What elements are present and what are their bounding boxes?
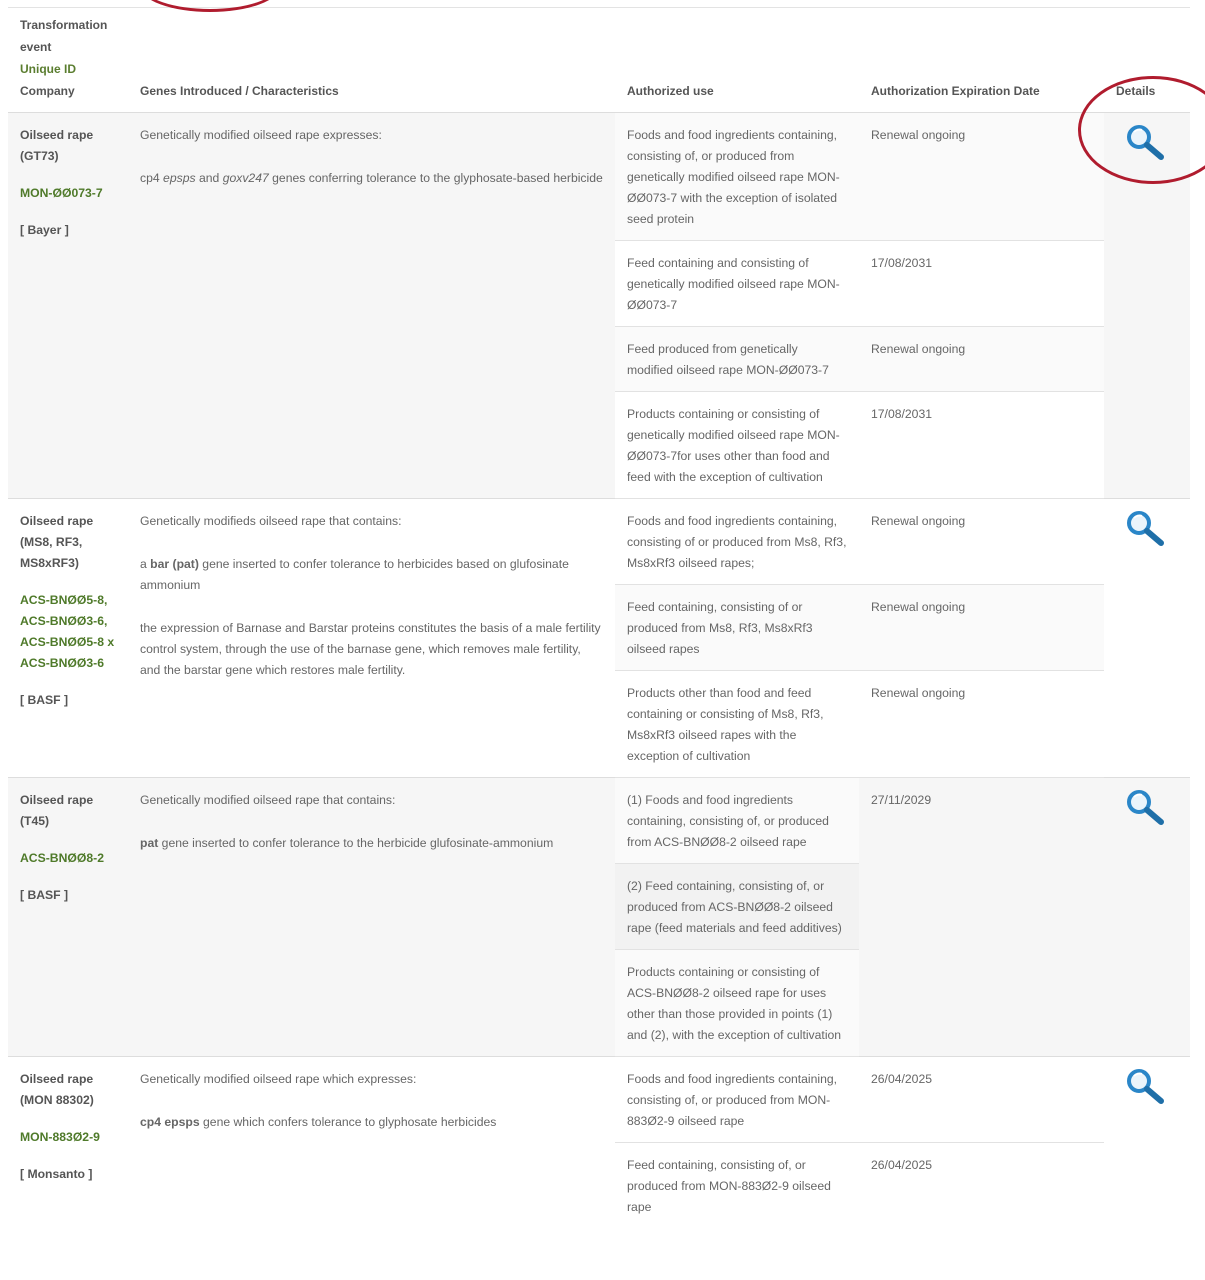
event-name: Oilseed rape (T45) (20, 793, 94, 828)
genes-intro: Genetically modified oilseed rape that c… (140, 793, 396, 807)
magnifier-icon[interactable] (1120, 507, 1178, 549)
genes-detail: a bar (pat) gene inserted to confer tole… (140, 554, 603, 596)
expiration-date-cell: Renewal ongoing (859, 498, 1104, 585)
gene-text: cp4 (140, 171, 164, 185)
expiration-date-cell: Renewal ongoing (859, 326, 1104, 392)
company-name: [ BASF ] (20, 888, 69, 902)
magnifier-icon[interactable] (1120, 1065, 1178, 1107)
unique-id: MON-ØØ073-7 (20, 186, 103, 200)
authorized-use-cell: Products other than food and feed contai… (615, 670, 859, 778)
gene-text: gene inserted to confer tolerance to the… (158, 836, 554, 850)
gene-goxv247: goxv247 (222, 171, 269, 185)
authorized-use-cell: Feed containing and consisting of geneti… (615, 240, 859, 327)
company-name: [ BASF ] (20, 693, 69, 707)
gene-text: genes conferring tolerance to the glypho… (268, 171, 603, 185)
genes-detail-2: the expression of Barnase and Barstar pr… (140, 621, 601, 677)
gmo-authorization-table: Transformation event Unique ID Company G… (8, 0, 1190, 1228)
genes-cell: Genetically modified oilseed rape that c… (128, 777, 615, 1057)
table-row: Oilseed rape (MON 88302) MON-883Ø2-9 [ M… (8, 1056, 1190, 1228)
authorized-use-cell: (2) Feed containing, consisting of, or p… (615, 863, 859, 950)
expiration-date-cell: Renewal ongoing (859, 670, 1104, 778)
details-cell (1104, 112, 1190, 499)
authorized-use-cell: Products containing or consisting of ACS… (615, 949, 859, 1057)
header-genes: Genes Introduced / Characteristics (128, 0, 615, 113)
event-name: Oilseed rape (MS8, RF3, MS8xRF3) (20, 514, 94, 570)
table-row: Oilseed rape (GT73) MON-ØØ073-7 [ Bayer … (8, 112, 1190, 499)
genes-intro: Genetically modified oilseed rape which … (140, 1072, 417, 1086)
expiration-date-cell: 26/04/2025 (859, 1056, 1104, 1143)
authorized-use-cell: (1) Foods and food ingredients containin… (615, 777, 859, 864)
expiration-date-cell: 17/08/2031 (859, 391, 1104, 499)
genes-cell: Genetically modified oilseed rape expres… (128, 112, 615, 499)
authorized-use-cell: Foods and food ingredients containing, c… (615, 112, 859, 241)
magnifier-icon[interactable] (1120, 786, 1178, 828)
unique-id: ACS-BNØØ5-8, ACS-BNØØ3-6, ACS-BNØØ5-8 x … (20, 593, 115, 670)
company-name: [ Bayer ] (20, 223, 69, 237)
authorized-use-cell: Feed produced from genetically modified … (615, 326, 859, 392)
authorized-use-cell: Products containing or consisting of gen… (615, 391, 859, 499)
header-unique-id: Unique ID (20, 62, 76, 76)
unique-id: ACS-BNØØ8-2 (20, 851, 104, 865)
header-company: Company (20, 84, 75, 98)
table-header-row: Transformation event Unique ID Company G… (8, 0, 1190, 113)
header-event: Transformation event Unique ID Company (8, 0, 128, 113)
expiration-date-cell: 17/08/2031 (859, 240, 1104, 327)
expiration-date-cell: Renewal ongoing (859, 584, 1104, 671)
gene-text: gene which confers tolerance to glyphosa… (199, 1115, 497, 1129)
gene-text: a (140, 557, 151, 571)
authorized-use-cell: Feed containing, consisting of or produc… (615, 584, 859, 671)
details-cell (1104, 777, 1190, 1057)
gene-text: gene inserted to confer tolerance to her… (140, 557, 569, 592)
genes-cell: Genetically modified oilseed rape which … (128, 1056, 615, 1228)
authorized-use-cell: Foods and food ingredients containing, c… (615, 1056, 859, 1143)
genes-intro: Genetically modified oilseed rape expres… (140, 128, 382, 142)
event-cell: Oilseed rape (MON 88302) MON-883Ø2-9 [ M… (8, 1056, 128, 1228)
event-name: Oilseed rape (GT73) (20, 128, 94, 163)
genes-detail: cp4 epsps gene which confers tolerance t… (140, 1112, 603, 1133)
details-cell (1104, 498, 1190, 778)
header-details: Details (1104, 0, 1190, 113)
event-name: Oilseed rape (MON 88302) (20, 1072, 94, 1107)
gene-epsps: epsps (163, 171, 196, 185)
details-cell (1104, 1056, 1190, 1228)
unique-id: MON-883Ø2-9 (20, 1130, 100, 1144)
event-cell: Oilseed rape (MS8, RF3, MS8xRF3) ACS-BNØ… (8, 498, 128, 778)
gene-bar-pat: bar (pat) (150, 557, 199, 571)
expiration-date-cell: 27/11/2029 (859, 777, 1104, 1057)
event-cell: Oilseed rape (T45) ACS-BNØØ8-2 [ BASF ] (8, 777, 128, 1057)
header-authorized-use: Authorized use (615, 0, 859, 113)
genes-cell: Genetically modifieds oilseed rape that … (128, 498, 615, 778)
table-row: Oilseed rape (MS8, RF3, MS8xRF3) ACS-BNØ… (8, 498, 1190, 778)
header-event-word: event (20, 40, 52, 54)
gene-cp4-epsps: cp4 epsps (140, 1115, 200, 1129)
genes-detail: pat gene inserted to confer tolerance to… (140, 833, 603, 854)
genes-intro: Genetically modifieds oilseed rape that … (140, 514, 402, 528)
header-transformation: Transformation (20, 18, 108, 32)
expiration-date-cell: Renewal ongoing (859, 112, 1104, 241)
gene-text: and (195, 171, 223, 185)
table-row: Oilseed rape (T45) ACS-BNØØ8-2 [ BASF ] … (8, 777, 1190, 1057)
gmo-authorization-table-container: Transformation event Unique ID Company G… (8, 0, 1205, 1228)
event-cell: Oilseed rape (GT73) MON-ØØ073-7 [ Bayer … (8, 112, 128, 499)
header-expiration-date: Authorization Expiration Date (859, 0, 1104, 113)
gene-pat: pat (140, 836, 159, 850)
expiration-date-cell: 26/04/2025 (859, 1142, 1104, 1228)
authorized-use-cell: Foods and food ingredients containing, c… (615, 498, 859, 585)
company-name: [ Monsanto ] (20, 1167, 93, 1181)
genes-detail: cp4 epsps and goxv247 genes conferring t… (140, 168, 603, 189)
magnifier-icon[interactable] (1120, 121, 1178, 163)
authorized-use-cell: Feed containing, consisting of, or produ… (615, 1142, 859, 1228)
